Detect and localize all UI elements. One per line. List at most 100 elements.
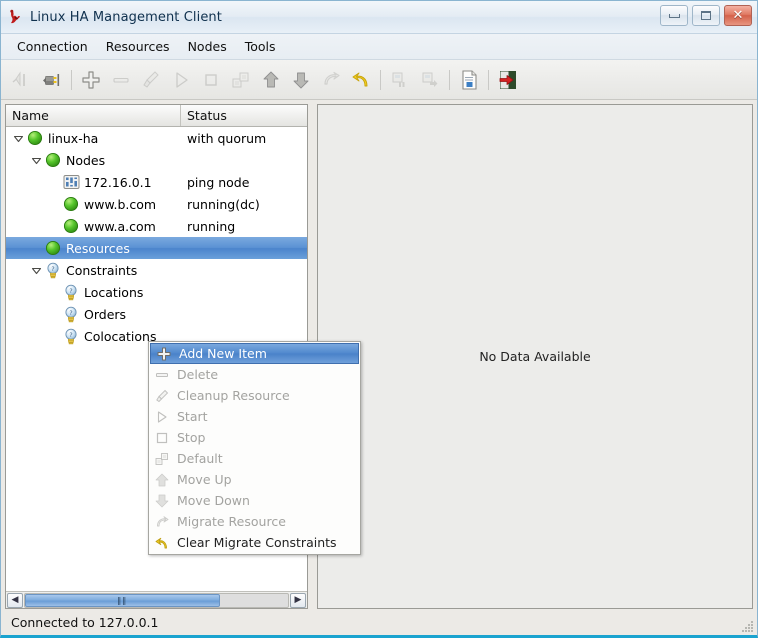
twisty-none <box>46 218 62 234</box>
context-menu-label: Add New Item <box>179 346 267 361</box>
window-controls: ✕ <box>660 5 752 26</box>
tree-row-linux-ha[interactable]: linux-ha with quorum <box>6 127 307 149</box>
tree-row-nodes[interactable]: Nodes <box>6 149 307 171</box>
standby-node-icon[interactable] <box>385 65 415 95</box>
column-header-status[interactable]: Status <box>181 105 307 126</box>
twisty-none <box>46 306 62 322</box>
ping-node-icon <box>62 173 80 191</box>
maximize-button[interactable] <box>692 5 720 26</box>
remove-icon[interactable] <box>106 65 136 95</box>
exit-door-icon[interactable] <box>493 65 523 95</box>
title-bar: Linux HA Management Client ✕ <box>1 1 757 34</box>
green-ball-icon <box>26 129 44 147</box>
disconnect-icon[interactable] <box>37 65 67 95</box>
tree-row-www-a-com[interactable]: www.a.com running <box>6 215 307 237</box>
tree-row-www-b-com[interactable]: www.b.com running(dc) <box>6 193 307 215</box>
activate-node-icon[interactable] <box>415 65 445 95</box>
window-title: Linux HA Management Client <box>30 9 222 25</box>
tree-horizontal-scrollbar[interactable]: ◀ ‖‖ ▶ <box>6 591 307 608</box>
close-icon: ✕ <box>732 8 744 23</box>
context-menu-item-stop[interactable]: Stop <box>149 427 360 448</box>
column-header-name[interactable]: Name <box>6 105 181 126</box>
context-menu-item-add-new-item[interactable]: Add New Item <box>150 343 359 364</box>
scroll-left-button[interactable]: ◀ <box>7 592 23 608</box>
green-ball-icon <box>44 239 62 257</box>
tree-row-status: running(dc) <box>187 196 260 212</box>
move-up-icon[interactable] <box>256 65 286 95</box>
toolbar-separator <box>484 65 493 95</box>
stop-square-icon[interactable] <box>196 65 226 95</box>
menu-resources[interactable]: Resources <box>97 36 179 57</box>
minimize-icon <box>668 13 680 18</box>
context-menu: Add New Item Delete Cleanup Resource Sta… <box>148 341 361 555</box>
tree-row-status: with quorum <box>187 130 267 146</box>
bulb-icon: ? <box>62 305 80 323</box>
toolbar-separator <box>67 65 76 95</box>
menu-bar: Connection Resources Nodes Tools <box>1 34 757 60</box>
context-menu-item-move-down[interactable]: Move Down <box>149 490 360 511</box>
context-menu-item-migrate-resource[interactable]: Migrate Resource <box>149 511 360 532</box>
context-menu-item-move-up[interactable]: Move Up <box>149 469 360 490</box>
tree-row-label: Nodes <box>66 152 106 168</box>
tree-row-resources[interactable]: Resources <box>6 237 307 259</box>
twisty-none <box>46 284 62 300</box>
context-menu-item-default[interactable]: Default <box>149 448 360 469</box>
twisty-none <box>46 196 62 212</box>
svg-text:?: ? <box>69 331 72 339</box>
start-play-icon[interactable] <box>166 65 196 95</box>
resize-grip-icon[interactable] <box>740 619 754 633</box>
toolbar <box>1 60 757 100</box>
context-menu-label: Default <box>177 451 223 466</box>
linux-ha-logo-icon <box>7 8 25 26</box>
tree-row-label: Orders <box>84 306 127 322</box>
context-menu-item-clear-migrate-constraints[interactable]: Clear Migrate Constraints <box>149 532 360 553</box>
context-menu-item-delete[interactable]: Delete <box>149 364 360 385</box>
context-menu-label: Cleanup Resource <box>177 388 290 403</box>
twisty-expanded-icon[interactable] <box>28 262 44 278</box>
undo-arrow-icon <box>153 535 171 551</box>
plus-icon <box>155 346 173 362</box>
scrollbar-thumb[interactable]: ‖‖ <box>25 593 220 607</box>
menu-tools[interactable]: Tools <box>236 36 285 57</box>
main-content: Name Status linux-ha with quorum Nodes 1… <box>1 100 757 609</box>
context-menu-label: Move Down <box>177 493 250 508</box>
tree-row-status: running <box>187 218 236 234</box>
migrate-arrow-icon[interactable] <box>316 65 346 95</box>
menu-nodes[interactable]: Nodes <box>179 36 236 57</box>
bulb-icon: ? <box>62 283 80 301</box>
twisty-none <box>46 174 62 190</box>
green-ball-icon <box>44 151 62 169</box>
minimize-button[interactable] <box>660 5 688 26</box>
context-menu-label: Stop <box>177 430 206 445</box>
add-icon[interactable] <box>76 65 106 95</box>
tree-row-locations[interactable]: ? Locations <box>6 281 307 303</box>
tree-row-label: www.b.com <box>84 196 157 212</box>
menu-connection[interactable]: Connection <box>8 36 97 57</box>
tree-row-constraints[interactable]: ? Constraints <box>6 259 307 281</box>
cleanup-brush-icon[interactable] <box>136 65 166 95</box>
toolbar-separator <box>376 65 385 95</box>
status-bar: Connected to 127.0.0.1 <box>1 609 757 635</box>
context-menu-label: Start <box>177 409 208 424</box>
context-menu-item-start[interactable]: Start <box>149 406 360 427</box>
detail-panel: No Data Available <box>317 104 753 609</box>
context-menu-label: Move Up <box>177 472 232 487</box>
context-menu-item-cleanup-resource[interactable]: Cleanup Resource <box>149 385 360 406</box>
tree-row-label: Colocations <box>84 328 157 344</box>
migrate-arrow-icon <box>153 514 171 530</box>
scrollbar-track[interactable]: ‖‖ <box>24 592 289 608</box>
tree-row-orders[interactable]: ? Orders <box>6 303 307 325</box>
close-button[interactable]: ✕ <box>724 5 752 26</box>
document-cib-icon[interactable] <box>454 65 484 95</box>
svg-text:?: ? <box>69 287 72 295</box>
move-down-icon[interactable] <box>286 65 316 95</box>
default-gears-icon[interactable] <box>226 65 256 95</box>
tree-header: Name Status <box>6 105 307 127</box>
twisty-expanded-icon[interactable] <box>10 130 26 146</box>
clear-migrate-undo-icon[interactable] <box>346 65 376 95</box>
twisty-expanded-icon[interactable] <box>28 152 44 168</box>
scroll-right-button[interactable]: ▶ <box>290 592 306 608</box>
tree-row-label: www.a.com <box>84 218 156 234</box>
tree-row-ping-node[interactable]: 172.16.0.1 ping node <box>6 171 307 193</box>
connect-icon[interactable] <box>7 65 37 95</box>
